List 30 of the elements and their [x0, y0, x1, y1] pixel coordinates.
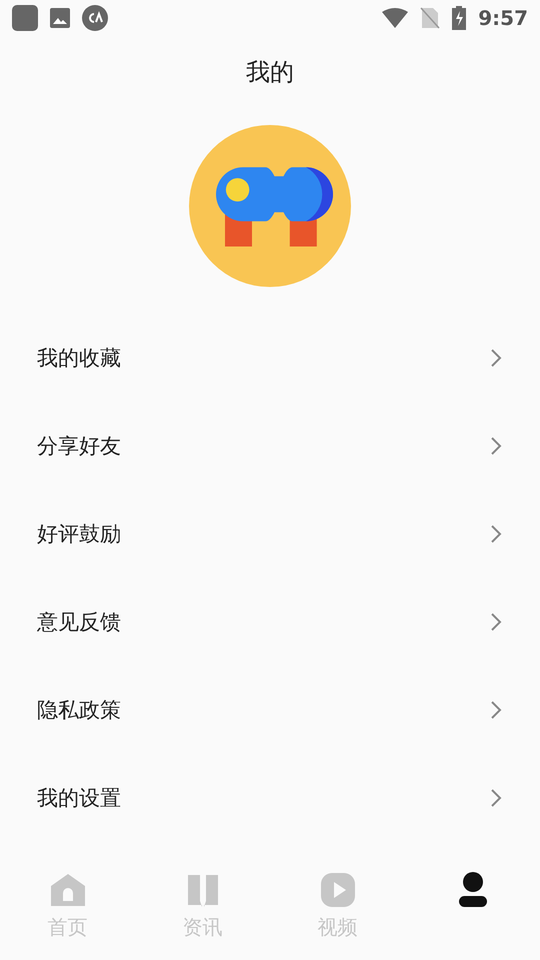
battery-icon [452, 6, 466, 30]
menu-label: 意见反馈 [37, 609, 121, 636]
menu-item[interactable]: 分享好友 [0, 402, 540, 490]
no-sim-icon [420, 7, 440, 29]
menu-label: 好评鼓励 [37, 521, 121, 548]
status-time: 9:57 [478, 6, 528, 30]
image-icon [50, 8, 70, 28]
chevron-right-icon [491, 437, 502, 455]
chevron-right-icon [491, 701, 502, 719]
chevron-right-icon [491, 525, 502, 543]
menu-item[interactable]: 意见反馈 [0, 578, 540, 666]
menu-item[interactable]: 我的收藏 [0, 314, 540, 402]
menu-item[interactable]: 好评鼓励 [0, 490, 540, 578]
home-icon [50, 873, 86, 907]
chevron-right-icon [491, 789, 502, 807]
book-icon [186, 873, 220, 907]
page-title: 我的 [245, 57, 295, 88]
menu-item[interactable]: 隐私政策 [0, 666, 540, 754]
menu-label: 我的收藏 [37, 345, 121, 372]
play-icon [320, 872, 356, 908]
menu-label: 我的设置 [37, 785, 121, 812]
chevron-right-icon [491, 613, 502, 631]
menu-label: 隐私政策 [37, 697, 121, 724]
chevron-right-icon [491, 349, 502, 367]
wifi-icon [382, 8, 408, 28]
menu-item[interactable]: 我的设置 [0, 754, 540, 842]
menu-label: 分享好友 [37, 433, 121, 460]
app-logo-icon [82, 5, 108, 31]
user-icon [458, 872, 488, 908]
app-icon [12, 5, 38, 31]
